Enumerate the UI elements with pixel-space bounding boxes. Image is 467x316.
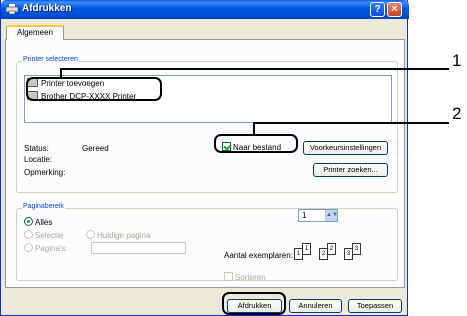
printer-group-label: Printer selecteren <box>22 56 79 63</box>
highlight-print-button <box>222 292 286 315</box>
callout-line-1 <box>60 68 449 70</box>
highlight-print-to-file <box>214 134 298 153</box>
copies-stepper[interactable]: 1 ▲▼ <box>298 209 338 222</box>
radio-current-page-label: Huidige pagina <box>97 231 151 240</box>
pages-field[interactable] <box>91 242 186 254</box>
radio-pages-label: Pagina's: <box>35 244 68 253</box>
status-value: Gereed <box>82 144 109 153</box>
copies-label: Aantal exemplaren: <box>224 251 293 260</box>
radio-selection[interactable]: Selectie <box>24 230 63 240</box>
title-bar[interactable]: Afdrukken ? ✕ <box>1 0 409 19</box>
collate-checkbox[interactable]: Sorteren <box>224 272 266 282</box>
printer-app-icon <box>6 4 18 14</box>
help-button[interactable]: ? <box>370 2 385 17</box>
callout-line-2 <box>253 122 449 124</box>
find-printer-button[interactable]: Printer zoeken... <box>313 163 388 177</box>
radio-all-icon[interactable] <box>24 217 33 226</box>
collate-page: 3 <box>352 243 361 255</box>
radio-current-page-icon[interactable] <box>86 230 95 239</box>
radio-selection-label: Selectie <box>35 231 64 240</box>
collate-page: 2 <box>327 243 336 255</box>
radio-selection-icon[interactable] <box>24 230 33 239</box>
page-range-label: Paginabereik <box>22 203 65 210</box>
radio-all-label: Alles <box>35 218 53 227</box>
cancel-button[interactable]: Annuleren <box>289 299 342 313</box>
radio-current-page[interactable]: Huidige pagina <box>86 230 150 240</box>
radio-pages[interactable]: Pagina's: <box>24 243 68 253</box>
window-title: Afdrukken <box>22 3 72 14</box>
callout-line-2-vertical <box>253 123 255 135</box>
tab-general[interactable]: Algemeen <box>6 25 64 40</box>
collate-illustration: 1 1 2 2 3 3 <box>290 240 370 264</box>
radio-pages-icon[interactable] <box>24 243 33 252</box>
spin-arrows-icon[interactable]: ▲▼ <box>325 210 338 221</box>
copies-value[interactable]: 1 <box>302 211 306 220</box>
apply-button[interactable]: Toepassen <box>348 299 402 313</box>
callout-number-2: 2 <box>452 104 462 123</box>
location-label: Locatie: <box>24 155 53 164</box>
print-dialog: Afdrukken ? ✕ Algemeen Printer selectere… <box>0 0 409 316</box>
status-label: Status: <box>24 144 49 153</box>
highlight-printer <box>26 77 162 101</box>
radio-all[interactable]: Alles <box>24 217 52 227</box>
preferences-button[interactable]: Voorkeursinstellingen <box>303 141 388 155</box>
collate-label: Sorteren <box>235 273 266 282</box>
close-button[interactable]: ✕ <box>387 2 402 17</box>
callout-number-1: 1 <box>452 51 462 70</box>
callout-line-1-vertical <box>60 69 62 79</box>
collate-page: 1 <box>302 243 311 255</box>
collate-check-icon[interactable] <box>224 272 233 281</box>
comment-label: Opmerking: <box>24 168 66 177</box>
